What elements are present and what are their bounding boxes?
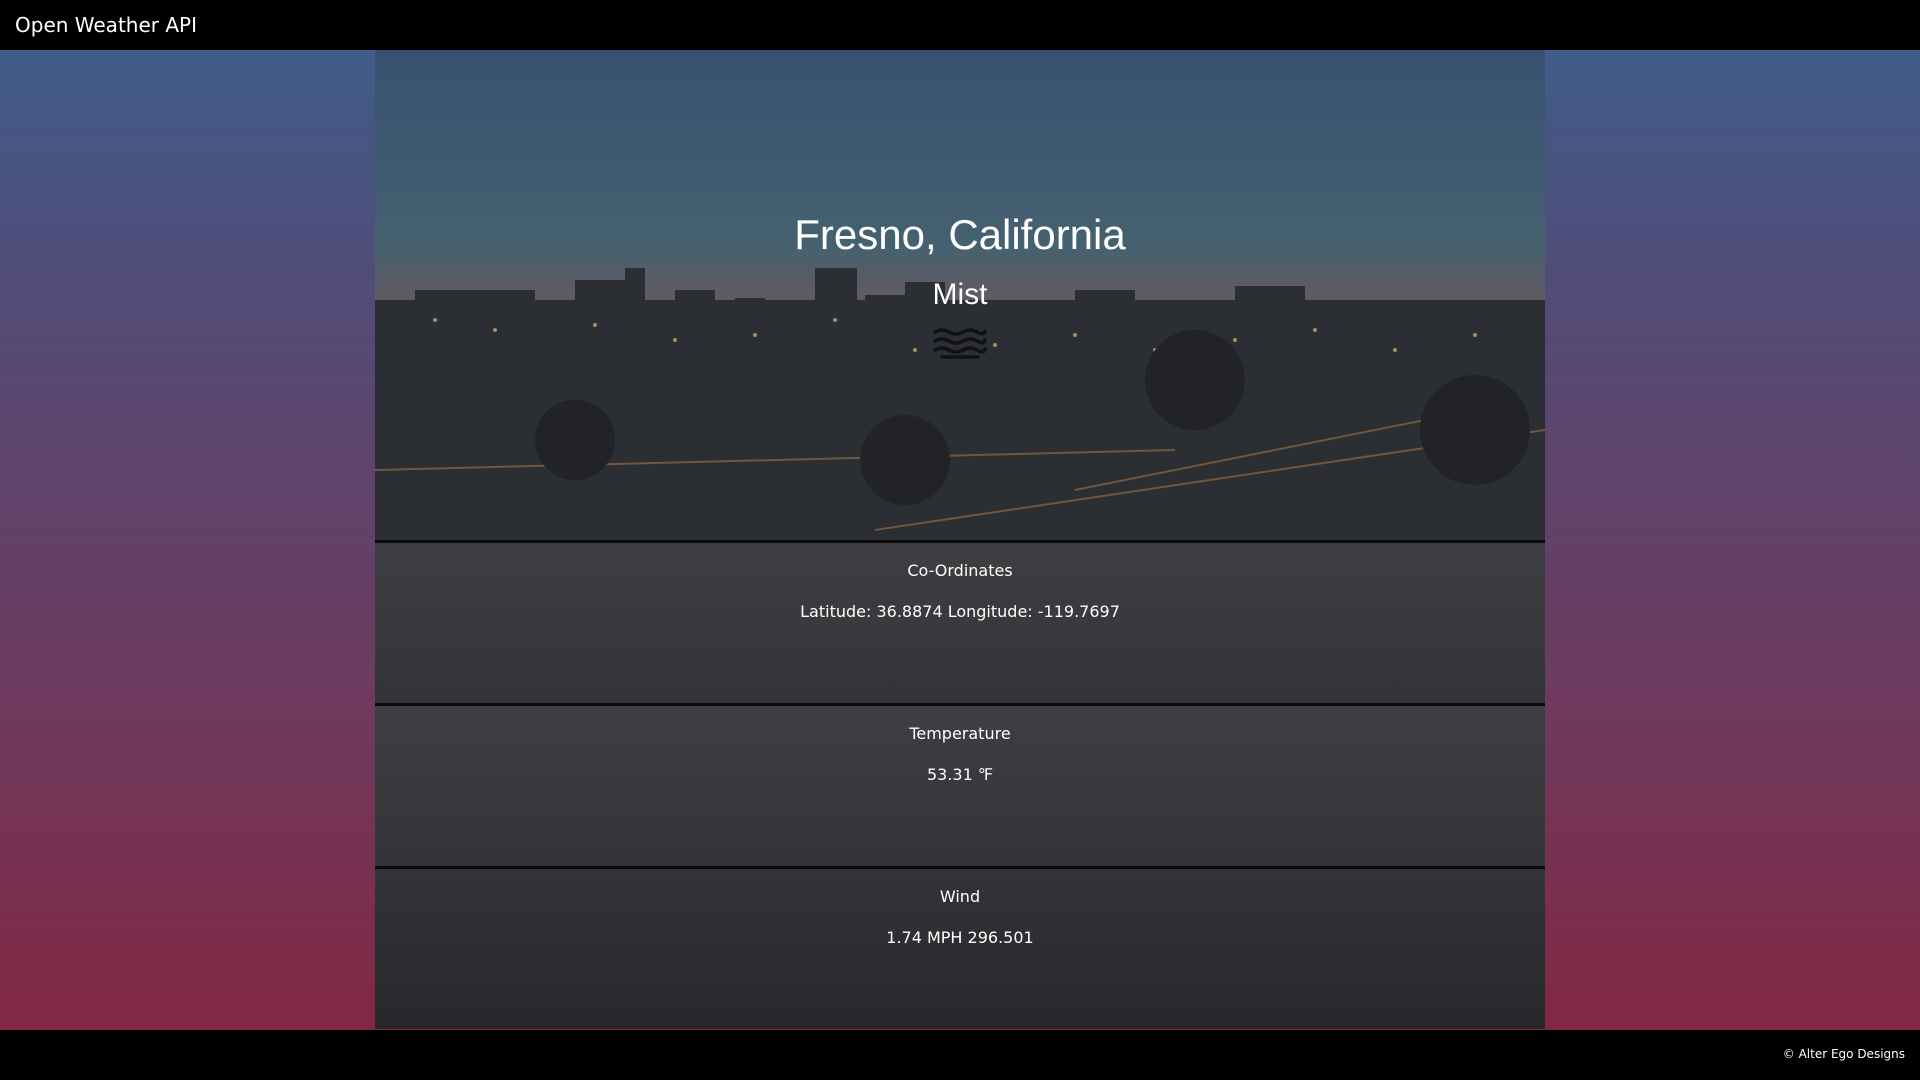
navbar-brand[interactable]: Open Weather API (15, 13, 197, 37)
copyright-text: © Alter Ego Designs (1782, 1047, 1905, 1061)
weather-summary: Fresno, California Mist (375, 210, 1545, 360)
footer: © Alter Ego Designs (0, 1030, 1920, 1080)
temperature-section: Temperature 53.31 ℉ (375, 703, 1545, 866)
main-container: Fresno, California Mist Co-Ordinates Lat… (375, 50, 1545, 1030)
hero-banner: Fresno, California Mist (375, 50, 1545, 540)
weather-condition: Mist (932, 278, 988, 312)
navbar: Open Weather API (0, 0, 1920, 50)
wind-section: Wind 1.74 MPH 296.501 (375, 866, 1545, 1029)
wind-title: Wind (939, 887, 981, 906)
temperature-value: 53.31 ℉ (926, 765, 994, 784)
mist-icon (933, 328, 987, 360)
coordinates-section: Co-Ordinates Latitude: 36.8874 Longitude… (375, 540, 1545, 703)
wind-value: 1.74 MPH 296.501 (886, 928, 1034, 947)
coordinates-title: Co-Ordinates (907, 561, 1013, 580)
temperature-title: Temperature (909, 724, 1011, 743)
coordinates-value: Latitude: 36.8874 Longitude: -119.7697 (800, 602, 1120, 621)
location-title: Fresno, California (794, 211, 1126, 258)
